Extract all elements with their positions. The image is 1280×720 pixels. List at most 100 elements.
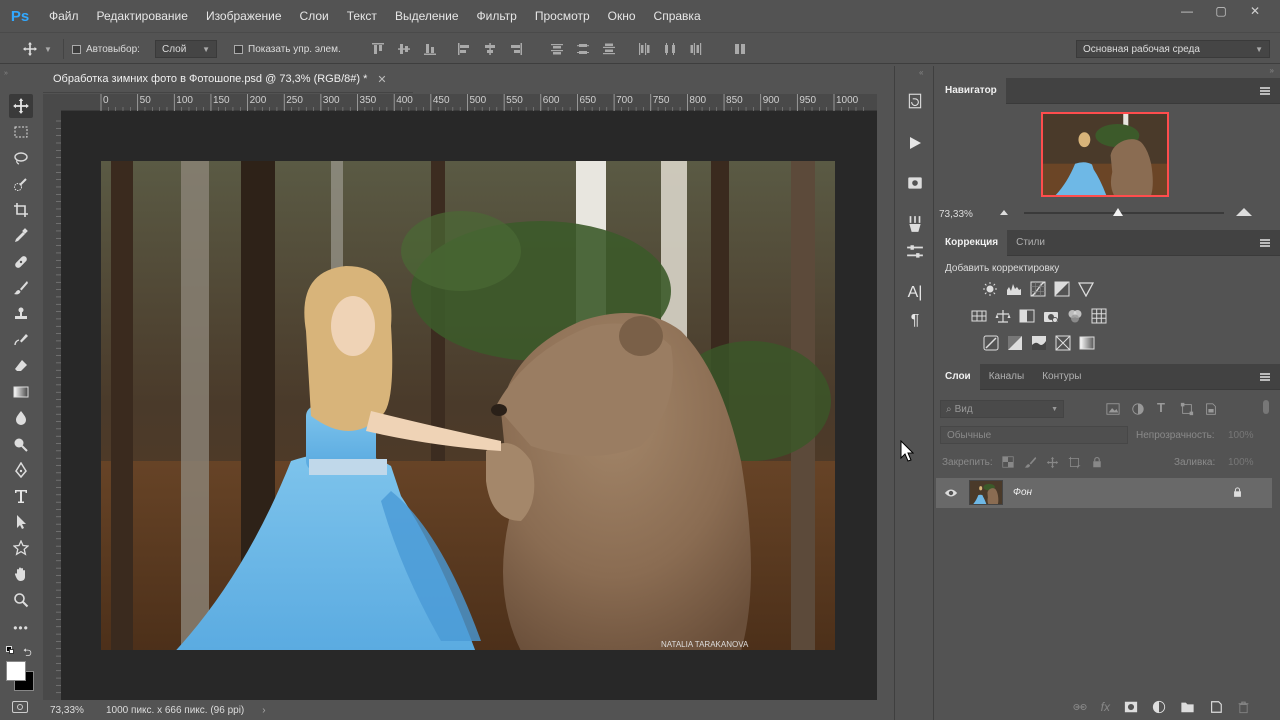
align-left-icon[interactable]: [457, 42, 471, 56]
zoom-tool[interactable]: [9, 588, 33, 612]
channel-mixer-icon[interactable]: [1067, 308, 1083, 324]
zoom-level[interactable]: 73,33%: [50, 705, 100, 716]
exposure-icon[interactable]: [1054, 281, 1070, 297]
levels-icon[interactable]: [1006, 281, 1022, 297]
color-balance-icon[interactable]: [995, 308, 1011, 324]
filter-type-icon[interactable]: T: [1157, 400, 1165, 415]
collapse-panels-icon[interactable]: «: [919, 68, 923, 77]
quick-mask-icon[interactable]: [12, 701, 28, 713]
filter-shape-icon[interactable]: [1180, 402, 1194, 416]
zoom-slider[interactable]: [1024, 208, 1224, 216]
posterize-icon[interactable]: [1007, 335, 1023, 351]
align-vcenter-icon[interactable]: [397, 42, 411, 56]
chevron-right-icon[interactable]: ›: [262, 705, 265, 716]
eyedropper-tool[interactable]: [9, 224, 33, 248]
move-tool[interactable]: [9, 94, 33, 118]
quick-select-tool[interactable]: [9, 172, 33, 196]
photo-filter-icon[interactable]: [1043, 308, 1059, 324]
move-tool-preset[interactable]: ▼: [22, 33, 52, 65]
distribute-hcenter-icon[interactable]: [663, 42, 677, 56]
edit-toolbar-button[interactable]: •••: [9, 616, 33, 640]
marquee-tool[interactable]: [9, 120, 33, 144]
auto-align-icon[interactable]: [733, 42, 747, 56]
filter-adjustment-icon[interactable]: [1131, 402, 1145, 416]
color-lookup-icon[interactable]: [1091, 308, 1107, 324]
tab-paths[interactable]: Контуры: [1033, 364, 1090, 390]
checkbox[interactable]: [234, 44, 243, 54]
new-adjustment-icon[interactable]: [1152, 700, 1166, 714]
distribute-right-icon[interactable]: [689, 42, 703, 56]
autoselect-checkbox[interactable]: Автовыбор:: [72, 33, 140, 65]
navigator-zoom-value[interactable]: 73,33%: [939, 209, 973, 220]
character-icon[interactable]: A|: [905, 283, 925, 303]
gradient-tool[interactable]: [9, 380, 33, 404]
crop-tool[interactable]: [9, 198, 33, 222]
layer-row[interactable]: Фон: [936, 478, 1272, 508]
menu-file[interactable]: Файл: [40, 0, 88, 32]
healing-brush-tool[interactable]: [9, 250, 33, 274]
lock-position-icon[interactable]: [1046, 456, 1059, 469]
black-white-icon[interactable]: [1019, 308, 1035, 324]
paragraph-icon[interactable]: ¶: [905, 311, 925, 331]
distribute-left-icon[interactable]: [637, 42, 651, 56]
panel-menu-icon[interactable]: [1260, 86, 1270, 95]
zoom-out-icon[interactable]: [1000, 210, 1008, 215]
lasso-tool[interactable]: [9, 146, 33, 170]
eraser-tool[interactable]: [9, 354, 33, 378]
brightness-contrast-icon[interactable]: [982, 281, 998, 297]
eye-icon[interactable]: [944, 487, 958, 499]
new-layer-icon[interactable]: [1209, 700, 1223, 714]
layer-filter-dropdown[interactable]: ⌕ Вид ▼: [940, 400, 1064, 418]
fill-value[interactable]: 100%: [1228, 457, 1254, 468]
zoom-in-icon[interactable]: [1236, 208, 1252, 216]
menu-window[interactable]: Окно: [599, 0, 645, 32]
align-right-icon[interactable]: [509, 42, 523, 56]
show-controls-checkbox[interactable]: Показать упр. элем.: [234, 33, 341, 65]
path-selection-tool[interactable]: [9, 510, 33, 534]
info-icon[interactable]: [905, 173, 925, 193]
pen-tool[interactable]: [9, 458, 33, 482]
filter-toggle-switch[interactable]: [1263, 400, 1269, 414]
gradient-map-icon[interactable]: [1079, 335, 1095, 351]
hand-tool[interactable]: [9, 562, 33, 586]
menu-select[interactable]: Выделение: [386, 0, 468, 32]
blur-tool[interactable]: [9, 406, 33, 430]
properties-icon[interactable]: [905, 242, 925, 262]
lock-pixels-icon[interactable]: [1024, 456, 1037, 469]
distribute-bottom-icon[interactable]: [602, 42, 616, 56]
align-top-icon[interactable]: [371, 42, 385, 56]
checkbox[interactable]: [72, 44, 81, 54]
distribute-vcenter-icon[interactable]: [576, 42, 590, 56]
opacity-value[interactable]: 100%: [1228, 430, 1254, 441]
lock-all-icon[interactable]: [1091, 456, 1103, 468]
document-image[interactable]: NATALIA TARAKANOVA: [101, 161, 835, 650]
close-window-button[interactable]: ✕: [1238, 0, 1272, 22]
ruler-origin[interactable]: [43, 94, 61, 111]
history-brush-tool[interactable]: [9, 328, 33, 352]
blend-mode-dropdown[interactable]: Обычные: [940, 426, 1128, 444]
add-mask-icon[interactable]: [1124, 700, 1138, 714]
document-tab[interactable]: Обработка зимних фото в Фотошопе.psd @ 7…: [43, 66, 413, 93]
shape-tool[interactable]: [9, 536, 33, 560]
menu-help[interactable]: Справка: [645, 0, 710, 32]
minimize-button[interactable]: —: [1170, 0, 1204, 22]
collapse-toolbar-icon[interactable]: »: [4, 70, 8, 77]
close-document-icon[interactable]: ✕: [377, 73, 386, 86]
collapse-icon[interactable]: »: [936, 66, 1280, 78]
menu-image[interactable]: Изображение: [197, 0, 291, 32]
menu-type[interactable]: Текст: [338, 0, 386, 32]
link-icon[interactable]: [1073, 700, 1087, 714]
lock-artboard-icon[interactable]: [1068, 456, 1081, 469]
align-bottom-icon[interactable]: [423, 42, 437, 56]
invert-icon[interactable]: [983, 335, 999, 351]
clone-stamp-tool[interactable]: [9, 302, 33, 326]
folder-icon[interactable]: [1180, 700, 1195, 714]
brush-settings-icon[interactable]: [905, 214, 925, 234]
align-hcenter-icon[interactable]: [483, 42, 497, 56]
default-colors-icon[interactable]: [6, 646, 14, 654]
tab-layers[interactable]: Слои: [936, 363, 980, 390]
selective-color-icon[interactable]: [1055, 335, 1071, 351]
threshold-icon[interactable]: [1031, 335, 1047, 351]
tab-styles[interactable]: Стили: [1007, 230, 1054, 256]
menu-view[interactable]: Просмотр: [526, 0, 599, 32]
